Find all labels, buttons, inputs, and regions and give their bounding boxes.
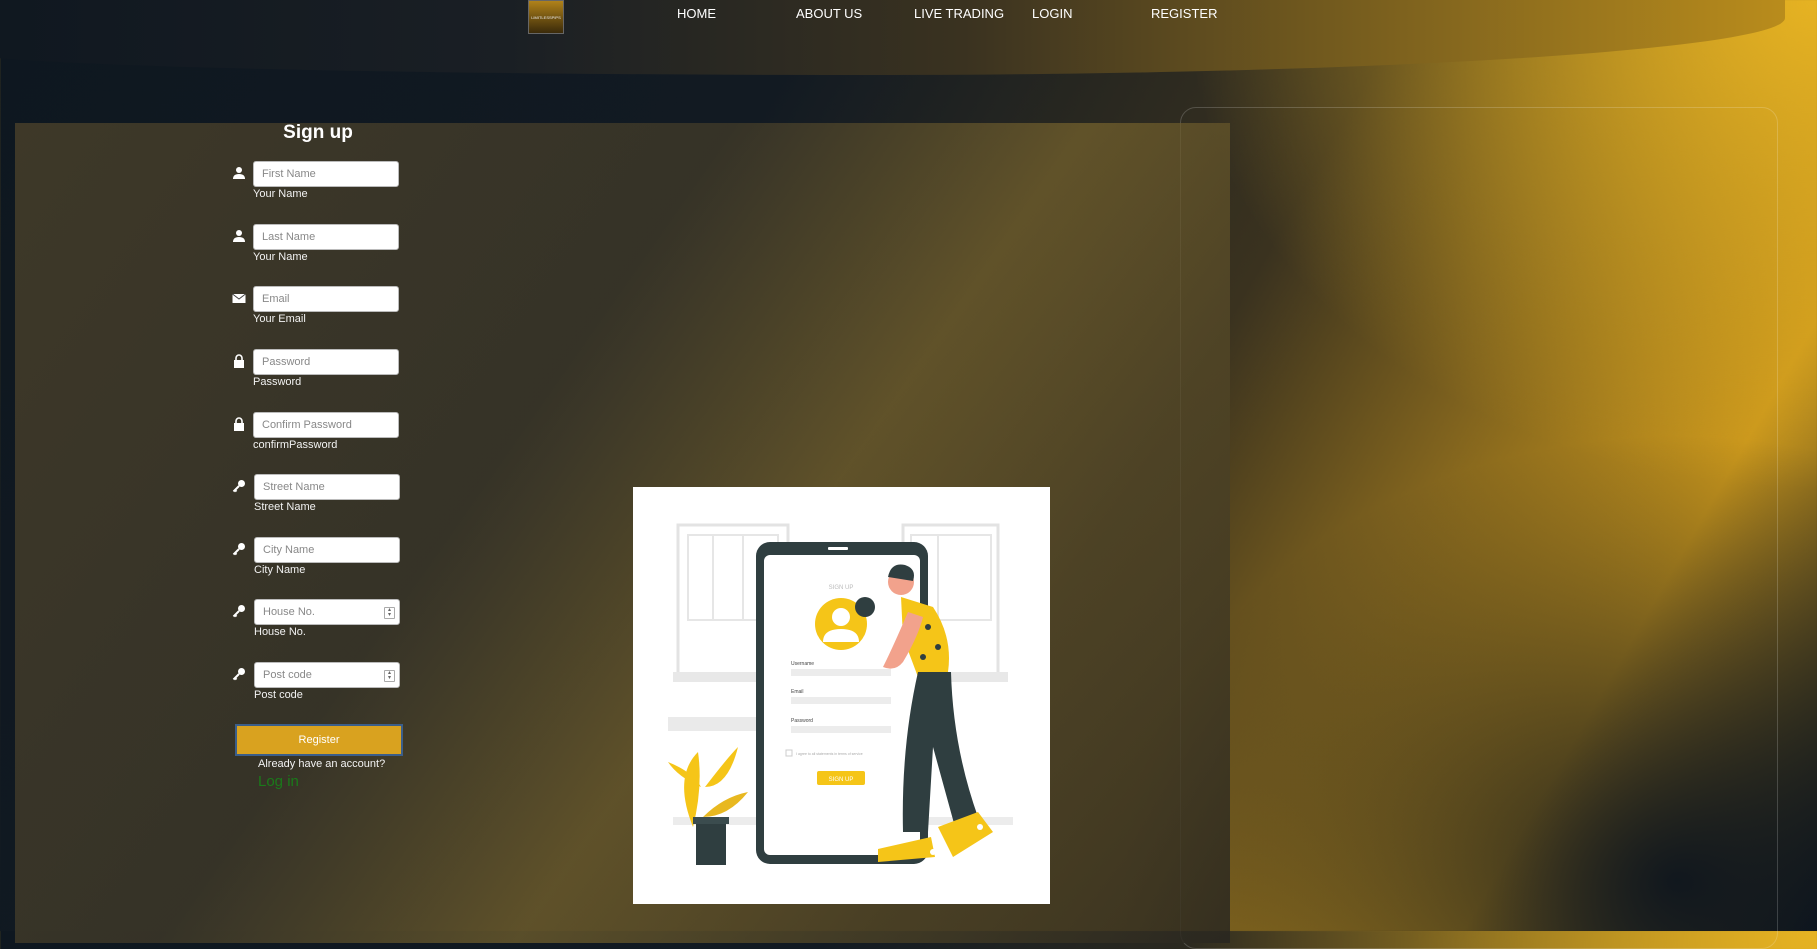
nav-live-trading[interactable]: LIVE TRADING	[914, 6, 1004, 21]
already-account-text: Already have an account?	[258, 758, 386, 770]
decorative-frame	[1180, 107, 1778, 949]
envelope-icon	[232, 293, 246, 303]
login-link[interactable]: Log in	[258, 773, 299, 790]
street-name-input[interactable]	[254, 474, 400, 500]
illus-terms-text: I agree to all statements in terms of se…	[796, 752, 863, 756]
nav-about-us[interactable]: ABOUT US	[796, 6, 862, 21]
city-name-label: City Name	[254, 564, 306, 576]
house-no-input[interactable]	[254, 599, 400, 625]
lock-icon	[234, 417, 244, 431]
logo-text: LIMITLESSPIPS	[531, 14, 561, 20]
nav-register[interactable]: REGISTER	[1151, 6, 1217, 21]
email-field[interactable]	[253, 286, 399, 312]
nav-home[interactable]: HOME	[677, 6, 716, 21]
street-name-label: Street Name	[254, 501, 316, 513]
post-code-stepper[interactable]: ▴ ▾	[384, 670, 395, 682]
key-icon	[232, 605, 245, 618]
page-title: Sign up	[283, 122, 353, 143]
illus-screen-title: SIGN UP	[829, 585, 854, 591]
signup-illustration-svg: SIGN UP Username Email Password I agree …	[668, 523, 1013, 865]
last-name-label: Your Name	[253, 251, 308, 263]
post-code-input[interactable]	[254, 662, 400, 688]
confirm-password-field[interactable]	[253, 412, 399, 438]
first-name-label: Your Name	[253, 188, 308, 200]
user-icon	[233, 167, 245, 179]
city-name-input[interactable]	[254, 537, 400, 563]
top-navbar	[0, 0, 1785, 75]
register-button[interactable]: Register	[235, 724, 403, 756]
email-label: Your Email	[253, 313, 306, 325]
first-name-input[interactable]	[253, 161, 399, 187]
illus-email-label: Email	[791, 689, 804, 695]
illus-signup-button: SIGN UP	[829, 777, 854, 783]
signup-illustration: SIGN UP Username Email Password I agree …	[633, 487, 1050, 904]
key-icon	[232, 543, 245, 556]
post-code-label: Post code	[254, 689, 303, 701]
confirm-password-label: confirmPassword	[253, 439, 338, 451]
nav-login[interactable]: LOGIN	[1032, 6, 1072, 21]
brand-logo[interactable]: LIMITLESSPIPS	[528, 0, 564, 34]
key-icon	[232, 480, 245, 493]
password-label: Password	[253, 376, 302, 388]
illus-username-label: Username	[791, 661, 814, 667]
user-icon	[233, 230, 245, 242]
house-no-label: House No.	[254, 626, 306, 638]
lock-icon	[234, 354, 244, 368]
password-field[interactable]	[253, 349, 399, 375]
last-name-input[interactable]	[253, 224, 399, 250]
house-no-stepper[interactable]: ▴ ▾	[384, 607, 395, 619]
illus-password-label: Password	[791, 718, 813, 724]
key-icon	[232, 668, 245, 681]
